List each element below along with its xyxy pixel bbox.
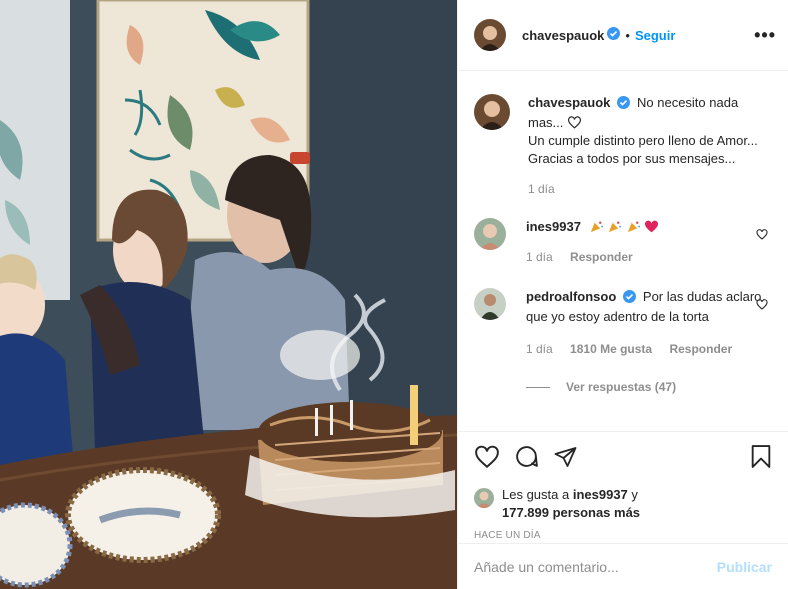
comments-list[interactable]: chavespauok No necesito nada mas... Un c…	[458, 72, 788, 431]
liker-avatar[interactable]	[474, 488, 494, 508]
save-bookmark-icon[interactable]	[750, 444, 772, 472]
author-username[interactable]: chavespauok	[522, 28, 604, 43]
follow-button[interactable]: Seguir	[635, 28, 675, 43]
comment-item: ines9937 1 día Responder	[474, 218, 772, 266]
comment-bubble-icon[interactable]	[514, 444, 539, 472]
post-sidebar: chavespauok • Seguir ••• chavespauok No …	[457, 0, 788, 589]
caption-body: chavespauok No necesito nada mas... Un c…	[528, 94, 772, 198]
comment-meta: 1 día Responder	[526, 248, 772, 266]
caption-line-3: Gracias a todos por sus mensajes...	[528, 151, 736, 166]
like-comment-heart-icon[interactable]	[756, 298, 768, 313]
verified-badge-icon	[617, 96, 631, 114]
celebrate-icon	[607, 219, 622, 234]
caption-time[interactable]: 1 día	[528, 182, 555, 196]
liker-username[interactable]: ines9937	[573, 487, 628, 502]
likes-count[interactable]: 177.899 personas más	[502, 505, 640, 520]
separator-dot: •	[625, 27, 630, 43]
reply-button[interactable]: Responder	[669, 342, 732, 356]
reply-button[interactable]: Responder	[570, 250, 633, 264]
likes-text: Les gusta a ines9937 y 177.899 personas …	[502, 486, 640, 522]
likes-prefix: Les gusta a	[502, 487, 570, 502]
comment-likes-count[interactable]: 1810 Me gusta	[570, 342, 652, 356]
publish-button[interactable]: Publicar	[717, 559, 772, 575]
share-paper-plane-icon[interactable]	[553, 445, 578, 472]
post-header: chavespauok • Seguir •••	[458, 0, 788, 71]
commenter-avatar[interactable]	[474, 218, 506, 250]
commenter-avatar[interactable]	[474, 288, 506, 320]
instagram-post: chavespauok • Seguir ••• chavespauok No …	[0, 0, 788, 589]
likes-summary: Les gusta a ines9937 y 177.899 personas …	[474, 486, 772, 522]
like-heart-icon[interactable]	[474, 445, 500, 472]
post-actions: Les gusta a ines9937 y 177.899 personas …	[458, 431, 788, 543]
comment-item: pedroalfonsoo Por las dudas aclaro que y…	[474, 288, 772, 358]
comment-time[interactable]: 1 día	[526, 250, 553, 264]
post-photo[interactable]	[0, 0, 457, 589]
view-replies-label: Ver respuestas (47)	[566, 380, 677, 394]
caption-avatar[interactable]	[474, 94, 510, 130]
verified-badge-icon	[607, 27, 621, 43]
like-comment-heart-icon[interactable]	[756, 228, 768, 243]
add-comment-bar: Publicar	[458, 543, 788, 589]
celebrate-icon	[589, 219, 604, 234]
comment-username[interactable]: ines9937	[526, 219, 581, 234]
caption: chavespauok No necesito nada mas... Un c…	[474, 94, 772, 198]
caption-username[interactable]: chavespauok	[528, 95, 610, 110]
comment-meta: 1 día 1810 Me gusta Responder	[526, 340, 772, 358]
caption-meta: 1 día	[528, 180, 772, 198]
post-time[interactable]: HACE UN DÍA	[474, 530, 772, 541]
more-options-icon[interactable]: •••	[754, 26, 776, 44]
comment-body: pedroalfonsoo Por las dudas aclaro que y…	[526, 288, 772, 358]
heart-outline-emoji-icon	[567, 115, 582, 130]
comment-input[interactable]	[474, 558, 717, 575]
likes-suffix: y	[631, 487, 638, 502]
caption-line-2: Un cumple distinto pero lleno de Amor...	[528, 133, 758, 148]
verified-badge-icon	[623, 290, 637, 308]
action-icons-row	[474, 444, 772, 472]
comment-username[interactable]: pedroalfonsoo	[526, 289, 616, 304]
author-avatar[interactable]	[474, 19, 506, 51]
replies-divider-line	[526, 386, 550, 388]
birthday-photo-image	[0, 0, 457, 589]
comment-body: ines9937 1 día Responder	[526, 218, 772, 266]
view-replies-button[interactable]: Ver respuestas (47)	[526, 380, 772, 394]
celebrate-icon	[626, 219, 641, 234]
comment-time[interactable]: 1 día	[526, 342, 553, 356]
heart-emoji-icon	[644, 219, 659, 234]
